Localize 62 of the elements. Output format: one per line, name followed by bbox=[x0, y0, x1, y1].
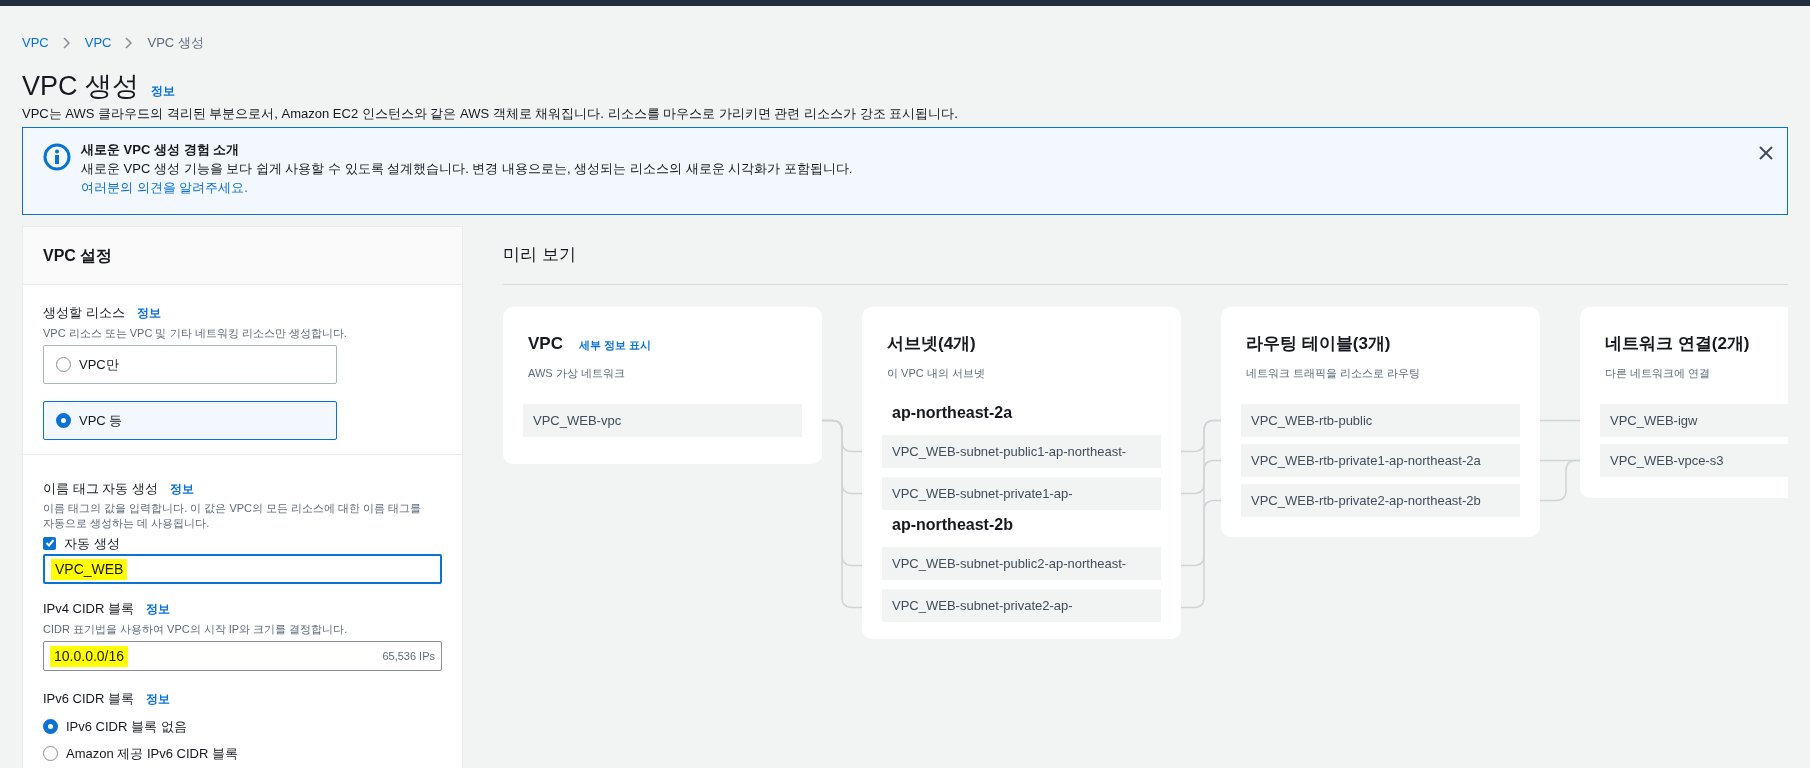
option-label: VPC만 bbox=[79, 355, 119, 374]
alert-title: 새로운 VPC 생성 경험 소개 bbox=[81, 141, 241, 159]
show-details-link[interactable]: 세부 정보 표시 bbox=[578, 337, 652, 354]
info-link[interactable]: 정보 bbox=[151, 83, 176, 99]
close-icon[interactable] bbox=[1759, 146, 1773, 160]
info-link[interactable]: 정보 bbox=[146, 691, 170, 707]
zone-heading: ap-northeast-2a bbox=[891, 403, 1014, 423]
radio-button[interactable] bbox=[56, 413, 71, 428]
info-link[interactable]: 정보 bbox=[146, 601, 170, 617]
field-label: 이름 태그 자동 생성 bbox=[43, 480, 158, 498]
resource-item[interactable]: VPC_WEB-subnet-private2-ap- bbox=[882, 589, 1161, 622]
radio-button[interactable] bbox=[56, 357, 71, 372]
resource-item[interactable]: VPC_WEB-rtb-private2-ap-northeast-2b bbox=[1241, 484, 1520, 517]
resource-item[interactable]: VPC_WEB-subnet-private1-ap- bbox=[882, 477, 1161, 510]
field-description: CIDR 표기법을 사용하여 VPC의 시작 IP와 크기를 결정합니다. bbox=[43, 621, 349, 637]
option-label: IPv6 CIDR 블록 없음 bbox=[66, 717, 187, 736]
info-icon bbox=[43, 143, 71, 171]
ip-count-text: 65,536 IPs bbox=[382, 648, 435, 664]
current-page-text: VPC 생성 bbox=[147, 34, 204, 53]
panel-title: VPC 설정 bbox=[43, 245, 113, 266]
feedback-link[interactable]: 여러분의 의견을 알려주세요. bbox=[81, 178, 853, 197]
breadcrumb-link[interactable]: VPC bbox=[84, 33, 112, 53]
chevron-right-icon bbox=[62, 37, 71, 49]
info-link[interactable]: 정보 bbox=[136, 305, 161, 321]
checkbox[interactable] bbox=[43, 536, 56, 550]
field-label: IPv6 CIDR 블록 bbox=[43, 690, 134, 708]
resource-item[interactable]: VPC_WEB-rtb-public bbox=[1241, 404, 1520, 437]
page-title: VPC 생성 bbox=[22, 70, 140, 103]
field-label: IPv4 CIDR 블록 bbox=[43, 600, 134, 618]
alert-body: 새로운 VPC 생성 기능을 보다 쉽게 사용할 수 있도록 설계했습니다. 변경 내용으로는, 생성되는 리소스의 새로운 시각화가 포함됩니다. bbox=[81, 160, 853, 178]
option-label: VPC 등 bbox=[79, 411, 123, 430]
resource-item[interactable]: VPC_WEB-subnet-public1-ap-northeast- bbox=[882, 435, 1161, 468]
name-tag-input[interactable]: VPC_WEB bbox=[43, 554, 442, 584]
card-title: 라우팅 테이블(3개) bbox=[1245, 333, 1391, 355]
card-title: 네트워크 연결(2개) bbox=[1604, 333, 1750, 355]
option-label: Amazon 제공 IPv6 CIDR 블록 bbox=[66, 745, 238, 763]
card-title: 서브넷(4개) bbox=[886, 333, 976, 355]
resource-option-tile[interactable]: VPC 등 bbox=[43, 401, 337, 440]
resource-item[interactable]: VPC_WEB-subnet-public2-ap-northeast- bbox=[882, 547, 1161, 580]
resource-item[interactable]: VPC_WEB-rtb-private1-ap-northeast-2a bbox=[1241, 444, 1520, 477]
cidr-input[interactable]: 10.0.0.0/16 65,536 IPs bbox=[43, 641, 442, 671]
zone-heading: ap-northeast-2b bbox=[891, 515, 1014, 535]
card-subtitle: 네트워크 트래픽을 리소스로 라우팅 bbox=[1245, 366, 1422, 381]
info-link[interactable]: 정보 bbox=[169, 481, 194, 497]
field-description: 이름 태그의 값을 입력합니다. 이 값은 VPC의 모든 리소스에 대한 이름 태그를 자동으로 생성하는 데 사용됩니다. bbox=[43, 500, 423, 531]
breadcrumb-link[interactable]: VPC bbox=[22, 33, 49, 53]
resource-item[interactable]: VPC_WEB-vpce-s3 bbox=[1600, 444, 1788, 477]
resource-option-tile[interactable]: VPC만 bbox=[43, 345, 337, 384]
chevron-right-icon bbox=[125, 37, 134, 49]
resource-item[interactable]: VPC_WEB-igw bbox=[1600, 404, 1788, 437]
card-title: VPC bbox=[527, 333, 563, 355]
radio-button[interactable] bbox=[43, 718, 58, 734]
card-subtitle: AWS 가상 네트워크 bbox=[527, 366, 626, 381]
card-subtitle: 다른 네트워크에 연결 bbox=[1604, 366, 1712, 381]
checkbox-label: 자동 생성 bbox=[64, 534, 120, 553]
page-description: VPC는 AWS 클라우드의 격리된 부분으로서, Amazon EC2 인스턴스와 같은 AWS 객체로 채워집니다. 리소스를 마우스로 가리키면 관련 리소스가 강조 표시됩니다. bbox=[22, 105, 959, 123]
resource-item[interactable]: VPC_WEB-vpc bbox=[523, 404, 802, 437]
card-subtitle: 이 VPC 내의 서브넷 bbox=[886, 366, 986, 381]
radio-button[interactable] bbox=[43, 746, 58, 762]
field-description: VPC 리소스 또는 VPC 및 기타 네트워킹 리소스만 생성합니다. bbox=[43, 325, 348, 341]
field-label: 생성할 리소스 bbox=[43, 304, 125, 322]
preview-title: 미리 보기 bbox=[503, 244, 576, 267]
